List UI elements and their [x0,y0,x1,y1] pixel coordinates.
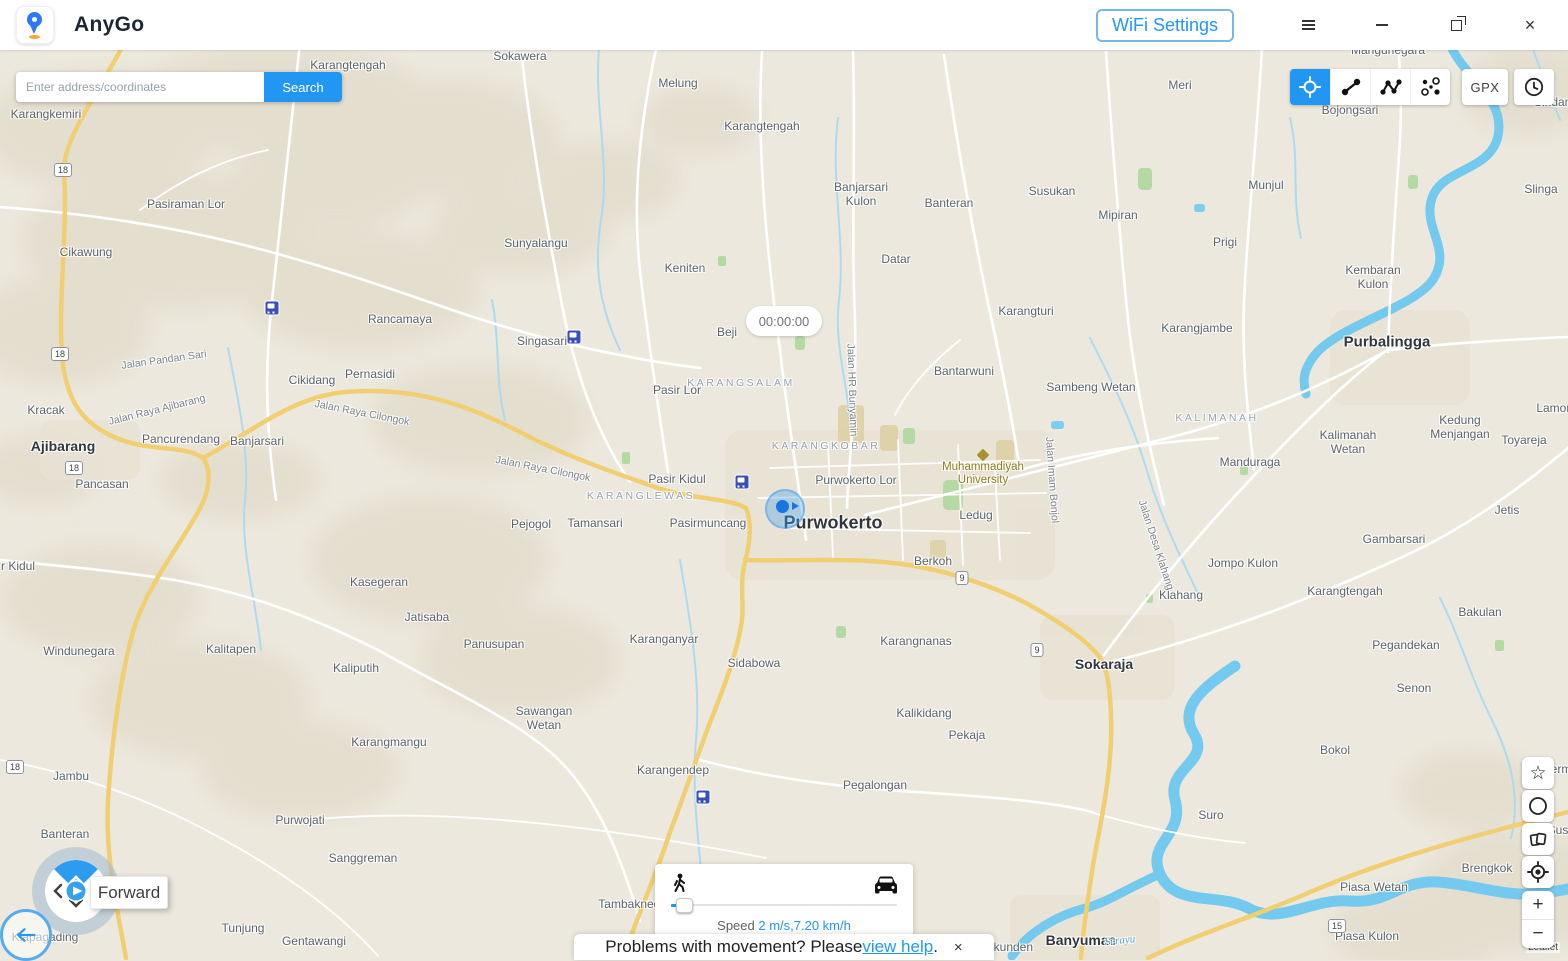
speed-value: 2 m/s,7.20 km/h [758,918,851,933]
compass-icon [1529,797,1547,815]
arrow-left-icon [16,928,36,942]
locate-button[interactable] [1522,856,1554,888]
walk-icon [674,873,685,892]
elapsed-timer: 00:00:00 [746,306,822,336]
speed-slider-track[interactable] [671,904,897,906]
car-icon [875,876,897,894]
zoom-in-button[interactable]: + [1522,891,1554,920]
menu-icon[interactable] [1286,10,1330,40]
speed-label: Speed [717,918,759,933]
movement-help-toast: Problems with movement? Please view help… [574,934,994,960]
speed-panel: Speed 2 m/s,7.20 km/h [655,864,913,940]
title-bar: AnyGo WiFi Settings × [0,0,1568,50]
zoom-out-button[interactable]: − [1522,920,1554,948]
speed-readout: Speed 2 m/s,7.20 km/h [655,918,913,933]
jump-teleport-button[interactable] [1410,69,1450,105]
crosshair-icon [1299,76,1321,98]
speed-slider-handle[interactable] [676,898,693,913]
locate-icon [1527,861,1549,883]
toast-close-icon[interactable]: × [954,939,963,956]
window-controls: × [1256,10,1552,40]
multi-spot-route-button[interactable] [1370,69,1410,105]
gpx-button[interactable]: GPX [1462,69,1508,105]
multi-spot-route-icon [1379,79,1402,95]
restore-button[interactable] [1434,10,1478,40]
wifi-settings-button[interactable]: WiFi Settings [1095,8,1234,42]
app-logo [16,6,54,44]
toast-text: Problems with movement? Please [605,937,863,956]
chevron-left-icon[interactable] [53,883,63,899]
teleport-mode-button[interactable] [1290,69,1330,105]
two-spot-route-button[interactable] [1330,69,1370,105]
location-marker [776,500,789,513]
favorites-button[interactable]: ☆ [1522,757,1554,789]
compass-button[interactable] [1522,790,1554,822]
clock-icon [1524,77,1544,97]
app-title: AnyGo [74,13,145,36]
map-canvas[interactable]: Karangkemiri Karangtengah Sokawera Melung Ka… [0,0,1568,960]
view-help-link[interactable]: view help [862,937,933,957]
mode-toolbar: GPX [1290,69,1554,105]
map-mode-button[interactable] [1522,823,1554,855]
map-tiles [0,35,1568,960]
search-input[interactable] [16,72,264,102]
search-bar: Search [16,72,342,102]
close-button[interactable]: × [1508,10,1552,40]
direction-tooltip: Forward [90,876,168,909]
back-button[interactable] [0,909,52,961]
history-button[interactable] [1514,69,1554,105]
jump-teleport-icon [1420,77,1440,96]
location-marker-direction-icon [792,502,799,510]
search-button[interactable]: Search [264,72,342,102]
zoom-controls: + − [1522,891,1554,948]
star-icon: ☆ [1529,762,1547,784]
layers-icon [1529,832,1547,847]
two-spot-route-icon [1341,78,1360,96]
minimize-button[interactable] [1360,10,1404,40]
